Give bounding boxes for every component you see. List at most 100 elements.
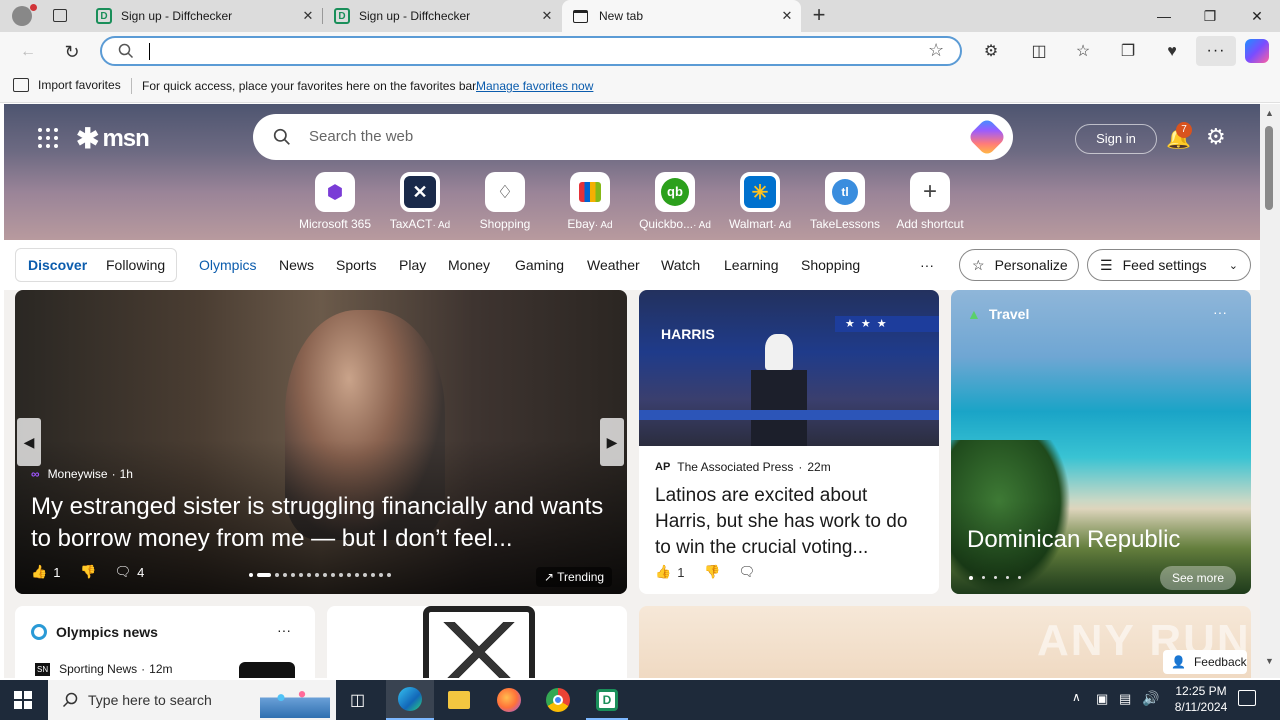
notification-badge: 7 [1176, 122, 1192, 138]
nav-play[interactable]: Play [399, 257, 426, 273]
nav-learning[interactable]: Learning [724, 257, 779, 273]
browser-essentials-icon[interactable]: ♥ [1161, 41, 1183, 63]
scroll-up-arrow[interactable]: ▲ [1265, 108, 1274, 118]
main-story-card[interactable]: ◀ ▶ ∞ Moneywise · 1h My estranged sister… [15, 290, 627, 594]
tab-discover[interactable]: Discover [28, 257, 87, 273]
page-settings-gear-icon[interactable]: ⚙ [1206, 124, 1226, 150]
diffchecker-icon: D [96, 8, 112, 24]
see-more-button[interactable]: See more [1160, 566, 1236, 590]
new-tab-button[interactable]: + [808, 4, 830, 28]
tray-chevron-icon[interactable]: ∧ [1072, 690, 1081, 704]
scroll-down-arrow[interactable]: ▼ [1265, 656, 1274, 666]
notification-center-icon[interactable] [1238, 690, 1256, 706]
feed-settings-button[interactable]: ☰ Feed settings ⌄ [1087, 249, 1251, 281]
task-view-icon[interactable]: ◫ [350, 690, 365, 710]
card-more-options-icon[interactable]: ··· [1213, 304, 1227, 320]
volume-icon[interactable]: 🔊 [1142, 690, 1159, 707]
network-icon[interactable]: ▤ [1119, 691, 1131, 707]
import-favorites-label: Import favorites [38, 78, 121, 92]
diffchecker-taskbar-icon[interactable]: D [596, 689, 618, 711]
favorites-icon[interactable]: ☆ [1072, 41, 1094, 63]
collections-icon[interactable]: ❐ [1117, 41, 1139, 63]
file-explorer-icon[interactable] [448, 691, 470, 709]
copilot-icon[interactable] [1245, 39, 1269, 63]
windows-start-icon[interactable] [14, 691, 32, 709]
hero-background: ✱ msn Search the web Sign in 🔔 7 ⚙ ⬢ Mic… [4, 104, 1260, 240]
travel-title[interactable]: Dominican Republic [967, 526, 1180, 554]
travel-card[interactable]: ▲ Travel ··· Dominican Republic See more [951, 290, 1251, 594]
card-more-options-icon[interactable]: ··· [277, 622, 291, 638]
back-icon[interactable]: ← [17, 41, 39, 63]
edge-taskbar-icon[interactable] [386, 680, 434, 720]
like-icon[interactable]: 👍 [31, 564, 47, 580]
personalize-button[interactable]: ☆ Personalize [959, 249, 1079, 281]
nav-olympics[interactable]: Olympics [199, 257, 257, 273]
bottom-story-card[interactable]: ANY RUN 👤 Feedback [639, 606, 1251, 678]
split-screen-icon[interactable]: ◫ [1028, 41, 1050, 63]
tab-actions-icon[interactable] [53, 9, 67, 22]
restore-button[interactable]: ❐ [1187, 0, 1233, 32]
carousel-prev-button[interactable]: ◀ [17, 418, 41, 466]
scrollbar-thumb[interactable] [1265, 126, 1273, 210]
address-bar[interactable]: ☆ [100, 36, 962, 66]
nav-watch[interactable]: Watch [661, 257, 700, 273]
story-time: 12m [149, 662, 173, 676]
product-card[interactable] [327, 606, 627, 678]
msn-logo[interactable]: ✱ msn [76, 122, 150, 155]
manage-favorites-link[interactable]: Manage favorites now [476, 79, 593, 93]
close-window-button[interactable]: ✕ [1234, 0, 1280, 32]
dislike-icon[interactable]: 👎 [704, 564, 720, 580]
ap-story-card[interactable]: ★★★ HARRIS AP The Associated Press · 22m… [639, 290, 939, 594]
travel-carousel-dots[interactable] [969, 576, 1021, 580]
taskbar-search-box[interactable]: Type here to search [48, 680, 336, 720]
nav-more-icon[interactable]: ··· [920, 257, 934, 273]
web-search-box[interactable]: Search the web [253, 114, 1013, 160]
tab-following[interactable]: Following [106, 257, 165, 273]
page-scrollbar[interactable]: ▲ ▼ [1260, 104, 1280, 678]
tab-title: New tab [599, 9, 644, 23]
import-icon [13, 78, 29, 92]
import-favorites-button[interactable]: Import favorites [13, 78, 121, 92]
tab-new-tab[interactable]: New tab ✕ [562, 0, 801, 32]
olympics-news-card[interactable]: Olympics news ··· SN Sporting News · 12m [15, 606, 315, 678]
nav-weather[interactable]: Weather [587, 257, 640, 273]
profile-avatar[interactable] [12, 4, 37, 26]
nav-gaming[interactable]: Gaming [515, 257, 564, 273]
copilot-icon[interactable] [967, 117, 1007, 157]
nav-money[interactable]: Money [448, 257, 490, 273]
carousel-dots[interactable] [249, 573, 391, 577]
tab-diffchecker-2[interactable]: D Sign up - Diffchecker ✕ [323, 0, 561, 32]
close-tab-icon[interactable]: ✕ [539, 8, 555, 24]
close-tab-icon[interactable]: ✕ [779, 8, 795, 24]
sign-in-button[interactable]: Sign in [1075, 124, 1157, 154]
refresh-icon[interactable]: ↻ [61, 41, 83, 63]
windows-taskbar: Type here to search ◫ D ∧ ▣ ▤ 🔊 12:25 PM… [0, 680, 1280, 720]
dislike-icon[interactable]: 👎 [80, 564, 96, 580]
favorite-star-icon[interactable]: ☆ [928, 40, 944, 61]
shortcut-add[interactable]: + Add shortcut [877, 172, 983, 231]
chrome-icon[interactable] [546, 688, 570, 712]
olympics-card-title: Olympics news [56, 624, 158, 640]
feedback-button[interactable]: 👤 Feedback [1163, 650, 1247, 674]
close-tab-icon[interactable]: ✕ [300, 8, 316, 24]
settings-more-button[interactable]: ··· [1196, 36, 1236, 66]
apps-grid-icon[interactable] [38, 128, 58, 148]
carousel-next-button[interactable]: ▶ [600, 418, 624, 466]
nav-news[interactable]: News [279, 257, 314, 273]
main-story-headline[interactable]: My estranged sister is struggling financ… [31, 491, 621, 555]
like-icon[interactable]: 👍 [655, 564, 671, 580]
ap-story-headline[interactable]: Latinos are excited about Harris, but sh… [655, 483, 927, 561]
firefox-icon[interactable] [497, 688, 521, 712]
comment-icon[interactable]: 🗨 [115, 564, 132, 580]
nav-sports[interactable]: Sports [336, 257, 376, 273]
clock[interactable]: 12:25 PM 8/11/2024 [1166, 683, 1236, 715]
feedback-icon: 👤 [1171, 655, 1186, 669]
tray-device-icon[interactable]: ▣ [1096, 691, 1108, 707]
tab-diffchecker-1[interactable]: D Sign up - Diffchecker ✕ [84, 0, 322, 32]
ebay-icon [570, 172, 610, 212]
minimize-button[interactable]: — [1141, 0, 1187, 32]
comment-icon[interactable]: 🗨 [739, 564, 756, 580]
extensions-icon[interactable]: ⚙ [980, 41, 1002, 63]
favorites-bar: Import favorites For quick access, place… [0, 70, 1280, 103]
nav-shopping[interactable]: Shopping [801, 257, 860, 273]
